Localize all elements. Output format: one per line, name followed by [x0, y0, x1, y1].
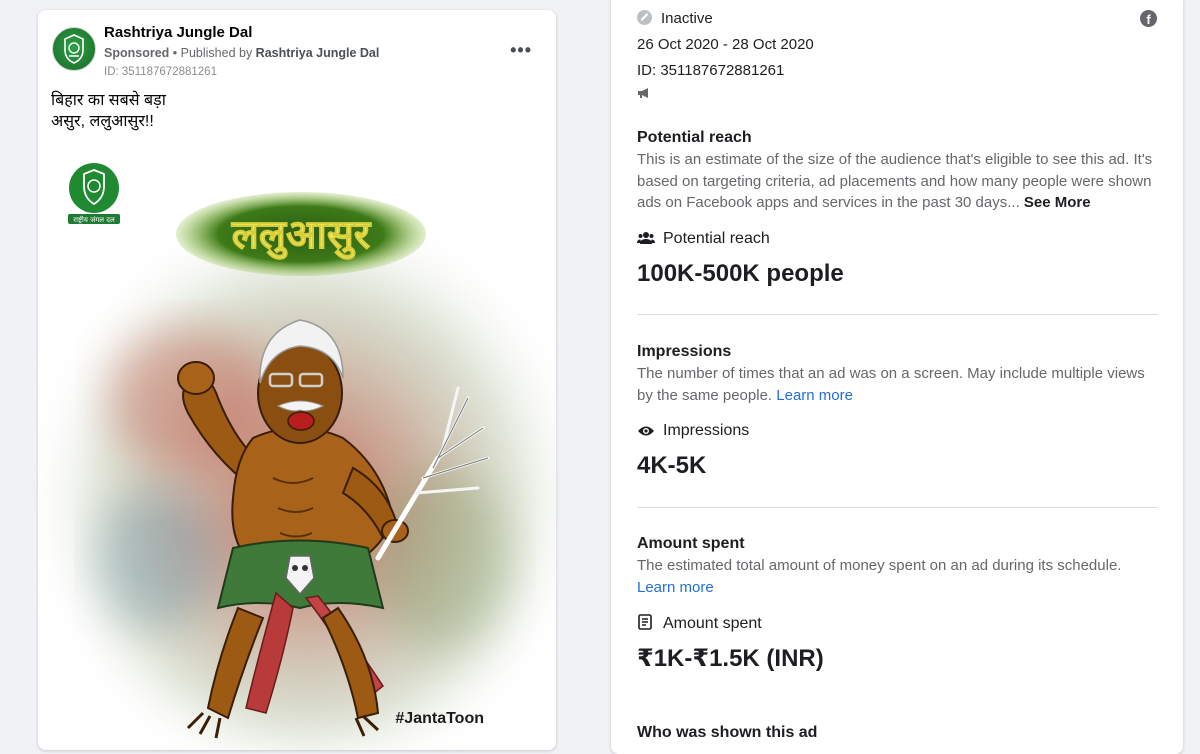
- impressions-label: Impressions: [663, 422, 750, 439]
- page-avatar[interactable]: [52, 27, 96, 71]
- impressions-title: Impressions: [637, 343, 732, 360]
- logo-caption: राष्ट्रीय जंगल दल: [73, 215, 115, 224]
- see-more-link[interactable]: See More: [1024, 194, 1091, 211]
- ad-text-line-1: बिहार का सबसे बड़ा: [51, 92, 166, 109]
- status-row: Inactive: [637, 10, 713, 27]
- who-was-shown-title: Who was shown this ad: [637, 724, 818, 741]
- published-by-name[interactable]: Rashtriya Jungle Dal: [256, 46, 380, 60]
- impressions-learn-more-link[interactable]: Learn more: [776, 387, 853, 404]
- library-id: ID: 351187672881261: [637, 62, 785, 79]
- impressions-desc-text: The number of times that an ad was on a …: [637, 365, 1145, 404]
- ad-meta-line: Sponsored • Published by Rashtriya Jungl…: [104, 46, 379, 60]
- ad-body-text: बिहार का सबसे बड़ा असुर, ललुआसुर!!: [51, 90, 166, 132]
- potential-reach-title: Potential reach: [637, 129, 752, 146]
- amount-spent-description: The estimated total amount of money spen…: [637, 555, 1157, 598]
- ad-creative-image[interactable]: राष्ट्रीय जंगल दल ललुआसुर #JantaToon: [38, 138, 556, 750]
- receipt-icon: [637, 614, 655, 635]
- amount-spent-title: Amount spent: [637, 535, 745, 552]
- potential-reach-label: Potential reach: [663, 230, 770, 247]
- inactive-status-icon: [637, 10, 652, 25]
- potential-reach-label-row: Potential reach: [637, 230, 770, 250]
- published-by-prefix: • Published by: [169, 46, 256, 60]
- ad-details-panel: Inactive f 26 Oct 2020 - 28 Oct 2020 ID:…: [611, 0, 1183, 754]
- section-divider: [637, 314, 1158, 315]
- facebook-platform-icon: f: [1140, 10, 1157, 27]
- people-icon: [637, 231, 655, 250]
- page-name[interactable]: Rashtriya Jungle Dal: [104, 24, 252, 41]
- creative-title: ललुआसुर: [231, 212, 372, 260]
- creative-watermark: #JantaToon: [395, 710, 484, 727]
- run-date-range: 26 Oct 2020 - 28 Oct 2020: [637, 36, 814, 53]
- more-options-icon[interactable]: •••: [510, 40, 532, 61]
- megaphone-icon: [637, 86, 651, 104]
- eye-icon: [637, 424, 655, 442]
- amount-spent-label: Amount spent: [663, 615, 762, 632]
- potential-reach-value: 100K-500K people: [637, 260, 844, 287]
- impressions-label-row: Impressions: [637, 422, 749, 442]
- section-divider: [637, 507, 1158, 508]
- status-text: Inactive: [661, 10, 713, 27]
- ad-text-line-2: असुर, ललुआसुर!!: [51, 113, 154, 130]
- amount-spent-learn-more-link[interactable]: Learn more: [637, 579, 714, 596]
- ad-id: ID: 351187672881261: [104, 66, 217, 78]
- potential-reach-description: This is an estimate of the size of the a…: [637, 149, 1157, 214]
- sponsored-label: Sponsored: [104, 46, 170, 60]
- amount-spent-desc-text: The estimated total amount of money spen…: [637, 557, 1122, 574]
- impressions-value: 4K-5K: [637, 452, 707, 479]
- amount-spent-label-row: Amount spent: [637, 614, 762, 635]
- ad-header: Rashtriya Jungle Dal Sponsored • Publish…: [52, 24, 542, 84]
- cartoon-illustration: राष्ट्रीय जंगल दल ललुआसुर: [58, 163, 556, 748]
- amount-spent-value: ₹1K-₹1.5K (INR): [637, 645, 824, 672]
- ad-preview-card: Rashtriya Jungle Dal Sponsored • Publish…: [38, 10, 556, 750]
- party-logo-icon: [64, 34, 84, 64]
- impressions-description: The number of times that an ad was on a …: [637, 363, 1157, 406]
